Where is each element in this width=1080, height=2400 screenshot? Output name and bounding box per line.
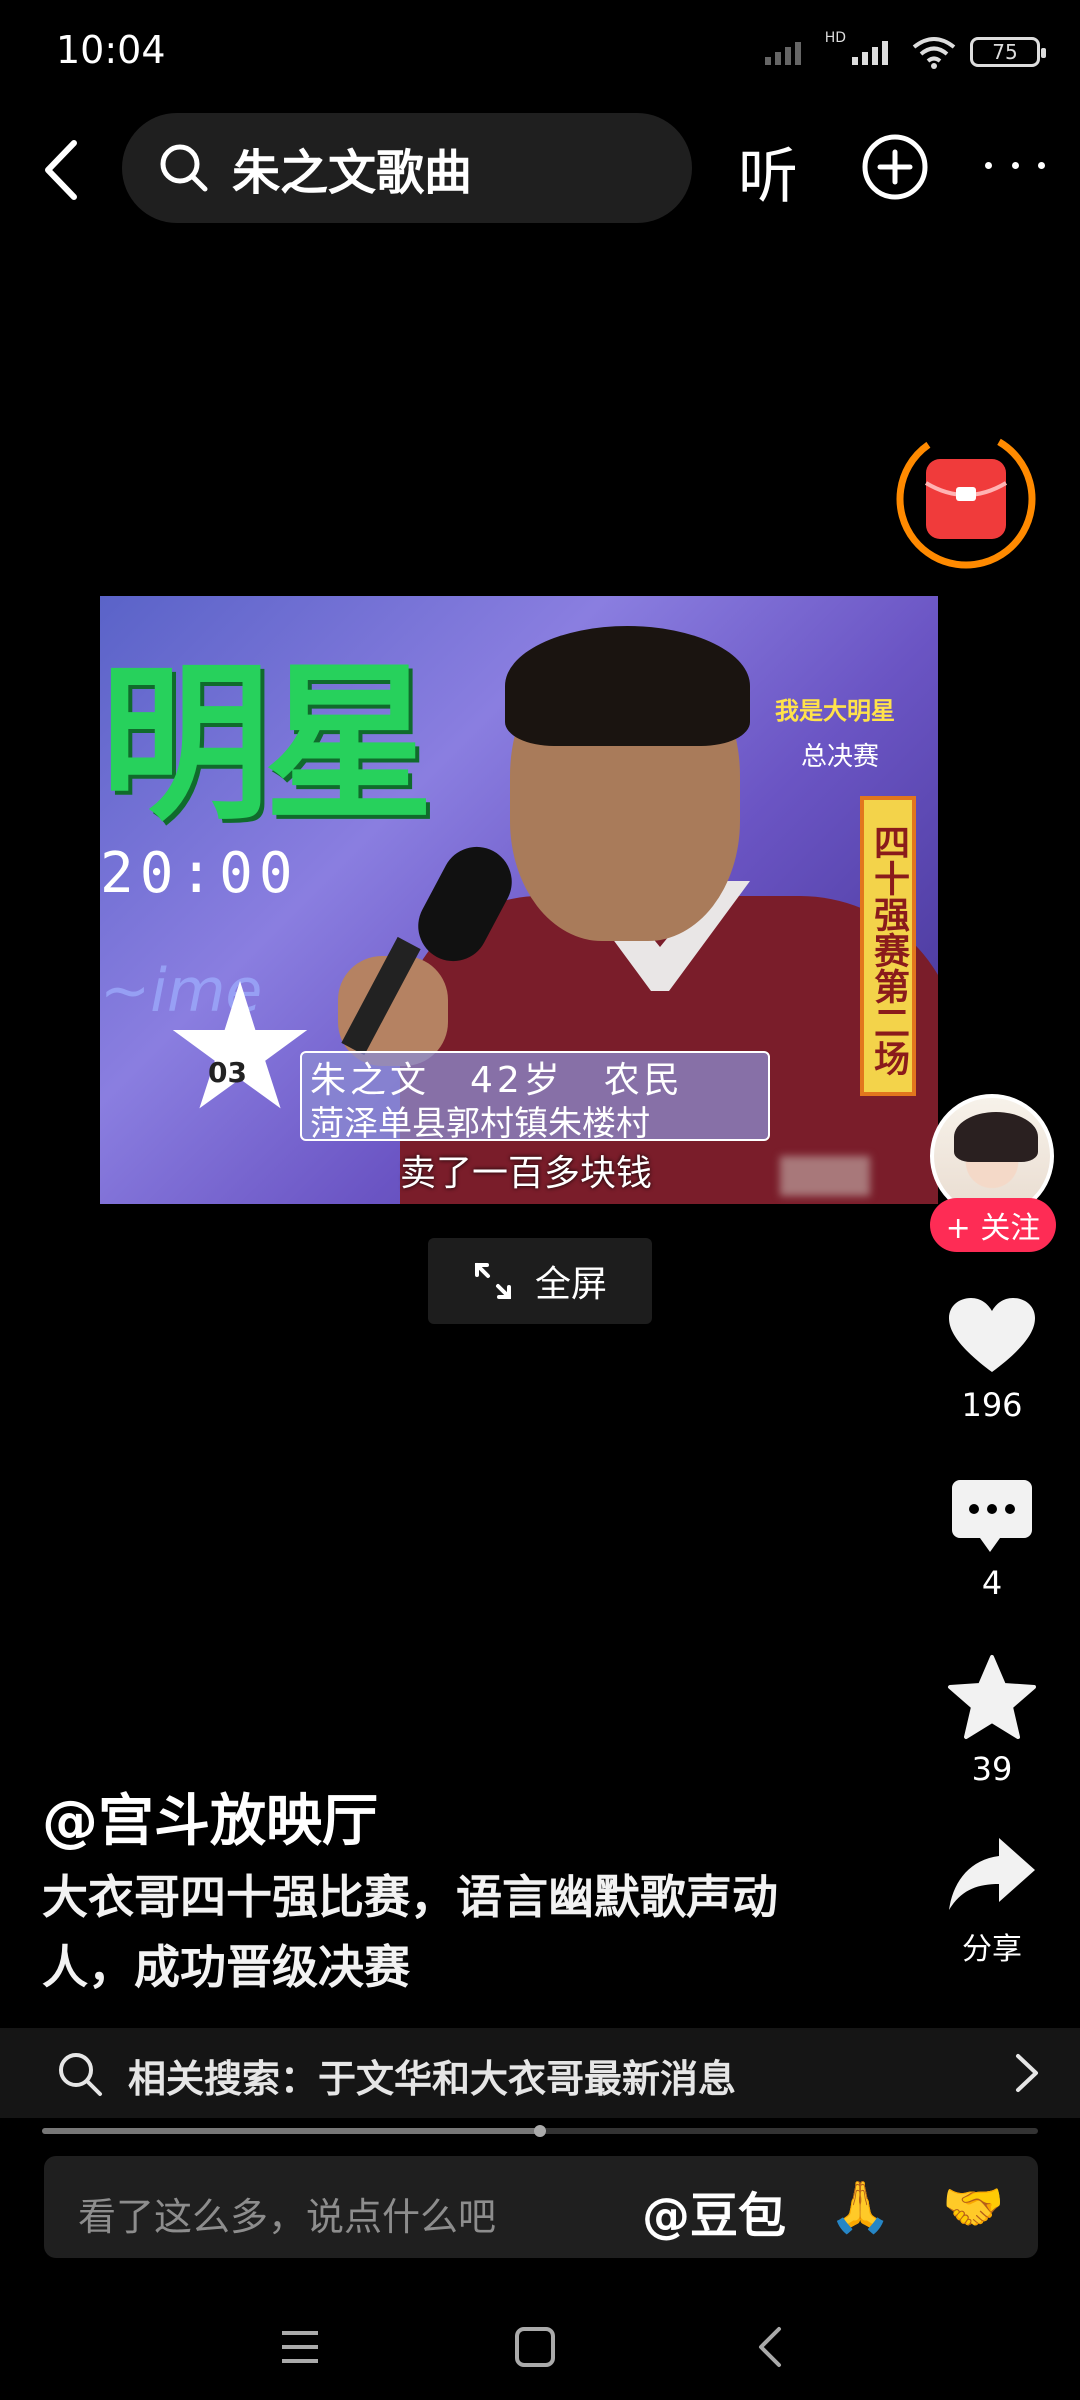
avatar-hair xyxy=(954,1112,1038,1162)
share-icon xyxy=(949,1838,1035,1910)
battery-indicator: 75 xyxy=(970,37,1046,67)
comment-placeholder: 看了这么多，说点什么吧 xyxy=(78,2195,497,2239)
post-description: 大衣哥四十强比赛，语言幽默歌声动人，成功晋级决赛 xyxy=(42,1870,778,1994)
video-side-banner: 四十强赛第二场 xyxy=(860,796,916,1096)
red-envelope-button[interactable] xyxy=(892,425,1040,573)
comment-icon xyxy=(952,1480,1032,1552)
recent-apps-button[interactable] xyxy=(265,2312,335,2382)
status-time: 10:04 xyxy=(56,28,166,72)
mention-doubao-button[interactable]: @豆包 xyxy=(642,2176,786,2246)
search-query: 朱之文歌曲 xyxy=(232,145,473,201)
system-nav-bar xyxy=(0,2290,1080,2400)
signal-icon xyxy=(764,42,801,65)
listen-button[interactable]: 听 xyxy=(738,128,798,215)
fullscreen-label: 全屏 xyxy=(534,1264,607,1305)
more-button[interactable] xyxy=(985,140,1045,190)
share-label: 分享 xyxy=(962,1932,1022,1967)
back-arrow-icon xyxy=(45,140,77,200)
nav-back-button[interactable] xyxy=(735,2312,805,2382)
chevron-right-icon xyxy=(1016,2054,1038,2092)
more-icon xyxy=(985,161,992,169)
more-icon-dot xyxy=(1011,161,1019,169)
wifi-icon xyxy=(912,37,956,69)
nav-back-icon xyxy=(759,2327,781,2367)
heart-icon xyxy=(949,1298,1035,1372)
author-name[interactable]: @宫斗放映厅 xyxy=(42,1776,378,1857)
hd-badge: HD xyxy=(824,30,846,46)
status-icons: HD 75 xyxy=(763,30,1046,74)
add-button[interactable] xyxy=(860,132,930,202)
video-person-hair xyxy=(505,626,750,746)
search-icon xyxy=(160,144,208,192)
battery-level: 75 xyxy=(992,40,1018,64)
home-square-icon xyxy=(515,2327,555,2367)
video-subtitle: 卖了一百多块钱 xyxy=(400,1153,653,1194)
comment-button[interactable]: 4 xyxy=(930,1478,1054,1602)
home-button[interactable] xyxy=(500,2312,570,2382)
video-blur-patch xyxy=(780,1156,870,1196)
playback-progress-knob[interactable] xyxy=(534,2125,546,2137)
signal-icon-2 xyxy=(852,41,888,65)
search-header: 朱之文歌曲 听 xyxy=(0,110,1080,230)
handshake-emoji-button[interactable]: 🤝 xyxy=(942,2178,1004,2237)
video-overlay-title: 明星 xyxy=(100,646,434,844)
back-button[interactable] xyxy=(22,130,98,210)
red-envelope-icon xyxy=(896,429,1036,569)
pray-emoji-button[interactable]: 🙏 xyxy=(829,2178,891,2237)
menu-icon xyxy=(282,2331,318,2363)
related-search-text: 相关搜索：于文华和大衣哥最新消息 xyxy=(128,2057,737,2101)
video-show-logo-sub: 总决赛 xyxy=(800,742,879,772)
video-caption-line2: 菏泽单县郭村镇朱楼村 xyxy=(310,1104,650,1144)
fullscreen-button[interactable]: 全屏 xyxy=(428,1238,652,1324)
favorite-count: 39 xyxy=(971,1750,1013,1788)
comment-count: 4 xyxy=(981,1564,1003,1602)
comment-input[interactable]: 看了这么多，说点什么吧 @豆包 🙏 🤝 xyxy=(44,2156,1038,2258)
more-icon-dot xyxy=(1038,161,1045,169)
related-search-bar[interactable]: 相关搜索：于文华和大衣哥最新消息 xyxy=(0,2028,1080,2118)
video-overlay-time: 20:00 xyxy=(100,841,299,906)
plus-circle-icon xyxy=(862,134,928,200)
video-player[interactable]: 明星 20:00 ~ime 我是大明星 总决赛 四十强赛第二场 03 朱之文 4… xyxy=(100,596,938,1204)
status-bar: 10:04 HD 75 xyxy=(0,0,1080,110)
star-icon xyxy=(948,1655,1036,1739)
favorite-button[interactable]: 39 xyxy=(930,1654,1054,1788)
search-input[interactable]: 朱之文歌曲 xyxy=(122,113,692,223)
expand-icon xyxy=(474,1263,511,1299)
follow-button[interactable]: + 关注 xyxy=(930,1198,1056,1252)
playback-progress-bar[interactable] xyxy=(42,2125,1038,2137)
like-count: 196 xyxy=(961,1386,1023,1424)
search-icon xyxy=(59,2053,102,2096)
video-contestant-number: 03 xyxy=(208,1056,247,1089)
share-button[interactable]: 分享 xyxy=(930,1834,1054,1968)
video-show-logo: 我是大明星 xyxy=(775,697,895,725)
like-button[interactable]: 196 xyxy=(930,1296,1054,1424)
playback-progress-fill xyxy=(42,2128,540,2134)
